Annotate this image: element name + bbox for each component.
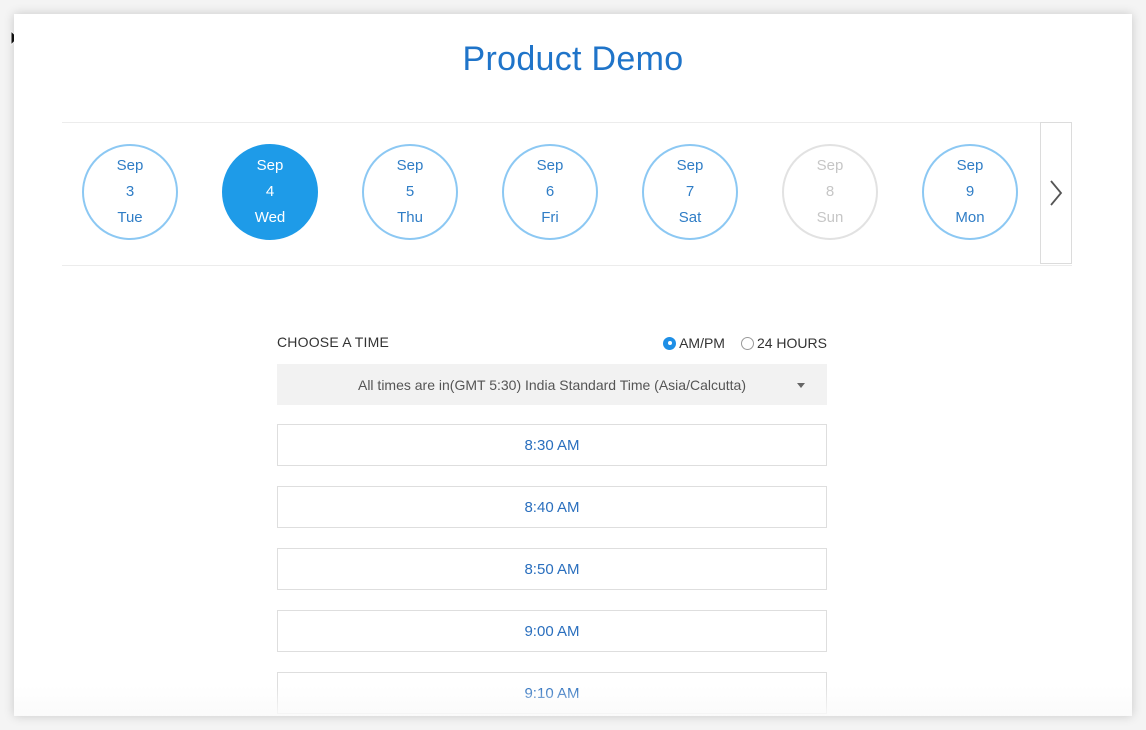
date-month: Sep — [536, 157, 564, 174]
time-slot-button[interactable]: 8:50 AM — [277, 548, 827, 590]
date-month: Sep — [956, 157, 984, 174]
time-format-toggle: AM/PM 24 HOURS — [647, 335, 827, 351]
date-strip: Sep 3 Tue Sep 4 Wed Sep 5 Thu Sep 6 Fri … — [62, 122, 1072, 266]
time-slot-button[interactable]: 8:30 AM — [277, 424, 827, 466]
date-weekday: Tue — [117, 209, 143, 226]
24-hours-radio[interactable] — [740, 336, 754, 350]
date-option[interactable]: Sep 9 Mon — [922, 144, 1018, 240]
24-hours-radio-option[interactable]: 24 HOURS — [740, 335, 827, 351]
date-month: Sep — [816, 157, 844, 174]
choose-time-label: CHOOSE A TIME — [277, 334, 390, 350]
date-day: 3 — [125, 183, 135, 200]
date-day: 5 — [405, 183, 415, 200]
ampm-radio[interactable] — [663, 336, 677, 350]
ampm-radio-option[interactable]: AM/PM — [663, 335, 725, 351]
caret-down-icon — [797, 383, 805, 388]
chevron-right-icon — [1050, 180, 1063, 206]
date-weekday: Sat — [678, 209, 702, 226]
timezone-label: All times are in(GMT 5:30) India Standar… — [357, 376, 746, 393]
date-month: Sep — [676, 157, 704, 174]
date-month: Sep — [116, 157, 144, 174]
date-month: Sep — [396, 157, 424, 174]
date-option-disabled: Sep 8 Sun — [782, 144, 878, 240]
timezone-dropdown[interactable]: All times are in(GMT 5:30) India Standar… — [277, 364, 827, 405]
date-day: 6 — [545, 183, 555, 200]
date-weekday: Thu — [397, 209, 423, 226]
date-weekday: Sun — [816, 209, 844, 226]
date-option[interactable]: Sep 3 Tue — [82, 144, 178, 240]
date-weekday: Fri — [541, 209, 559, 226]
next-dates-button[interactable] — [1040, 122, 1072, 264]
date-day: 8 — [825, 183, 835, 200]
time-slot-button[interactable]: 8:40 AM — [277, 486, 827, 528]
date-month: Sep — [256, 157, 284, 174]
time-slot-button[interactable]: 9:00 AM — [277, 610, 827, 652]
date-weekday: Mon — [955, 209, 985, 226]
date-option[interactable]: Sep 6 Fri — [502, 144, 598, 240]
date-day: 4 — [265, 183, 275, 200]
date-option[interactable]: Sep 5 Thu — [362, 144, 458, 240]
date-weekday: Wed — [254, 209, 286, 226]
date-day: 9 — [965, 183, 975, 200]
24-hours-label: 24 HOURS — [756, 335, 827, 351]
page-title: Product Demo — [462, 40, 684, 78]
date-option[interactable]: Sep 7 Sat — [642, 144, 738, 240]
date-option-selected[interactable]: Sep 4 Wed — [222, 144, 318, 240]
ampm-label: AM/PM — [679, 335, 725, 351]
time-slot-button[interactable]: 9:10 AM — [277, 672, 827, 714]
date-day: 7 — [685, 183, 695, 200]
booking-card: Product Demo Sep 3 Tue Sep 4 Wed Sep 5 T… — [14, 14, 1132, 716]
